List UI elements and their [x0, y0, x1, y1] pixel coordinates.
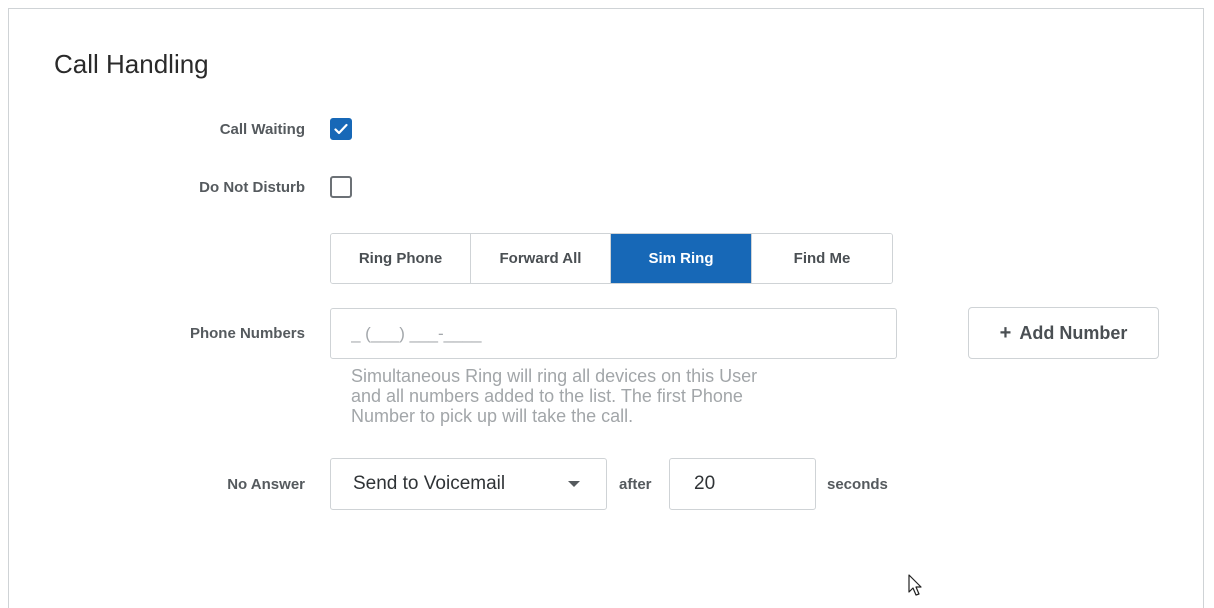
check-icon	[334, 123, 348, 135]
tab-find-me[interactable]: Find Me	[752, 234, 892, 283]
do-not-disturb-label: Do Not Disturb	[199, 179, 305, 196]
tab-sim-ring[interactable]: Sim Ring	[611, 234, 752, 283]
call-waiting-label: Call Waiting	[219, 121, 305, 138]
add-number-button[interactable]: + Add Number	[968, 307, 1159, 359]
no-answer-selected-value: Send to Voicemail	[353, 473, 506, 494]
after-label: after	[619, 476, 652, 493]
tab-forward-all[interactable]: Forward All	[471, 234, 611, 283]
seconds-label: seconds	[827, 476, 888, 493]
phone-numbers-label: Phone Numbers	[189, 325, 305, 342]
no-answer-label: No Answer	[227, 476, 305, 493]
no-answer-seconds-input[interactable]	[669, 458, 816, 510]
page-title: Call Handling	[54, 49, 209, 79]
call-waiting-checkbox[interactable]	[330, 118, 352, 140]
caret-down-icon	[568, 481, 580, 487]
no-answer-action-select[interactable]: Send to Voicemail	[330, 458, 607, 510]
plus-icon: +	[999, 322, 1012, 344]
phone-number-input[interactable]	[330, 308, 897, 359]
tab-ring-phone[interactable]: Ring Phone	[331, 234, 471, 283]
call-mode-tabs: Ring Phone Forward All Sim Ring Find Me	[330, 233, 893, 284]
sim-ring-help-text: Simultaneous Ring will ring all devices …	[351, 366, 758, 426]
do-not-disturb-checkbox[interactable]	[330, 176, 352, 198]
mouse-pointer-icon	[908, 574, 922, 596]
add-number-label: Add Number	[1019, 322, 1128, 343]
